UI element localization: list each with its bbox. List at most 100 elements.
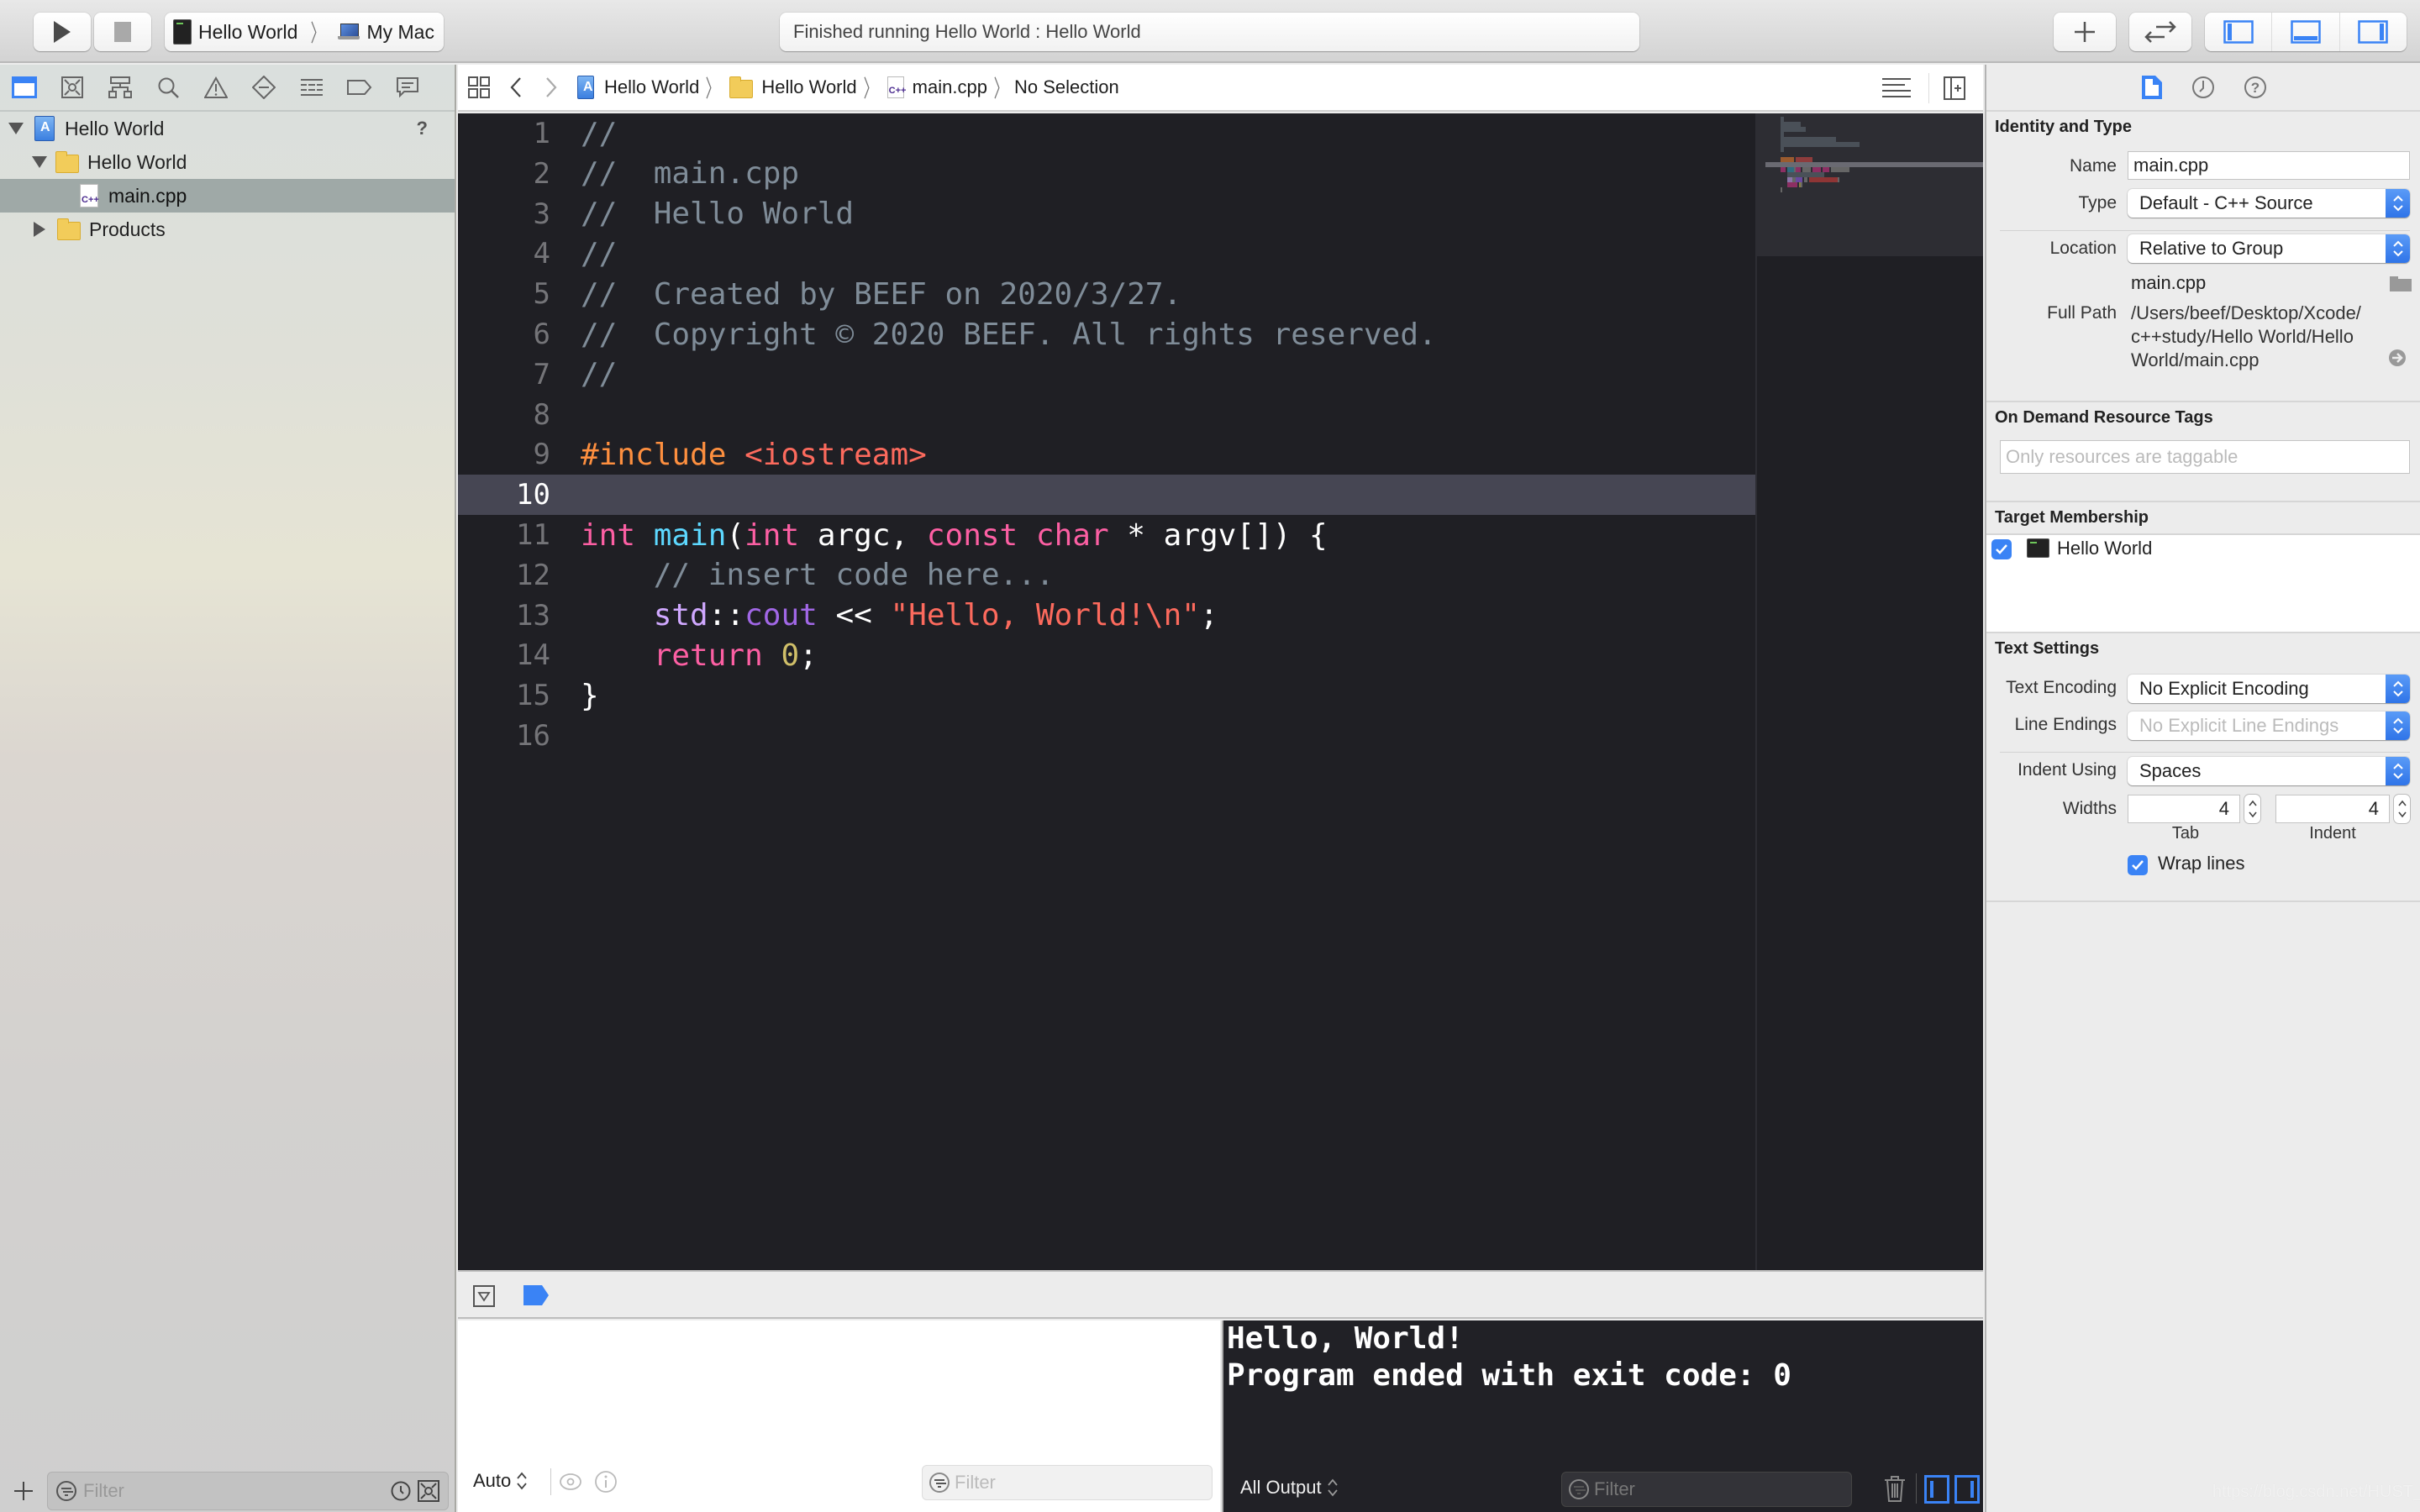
show-variables-view-icon[interactable] — [1924, 1475, 1949, 1504]
tab-issue-navigator[interactable] — [203, 75, 229, 100]
odr-tags-field[interactable]: Only resources are taggable — [2000, 440, 2410, 474]
recent-files-clock-icon[interactable] — [391, 1481, 411, 1501]
breadcrumb-file[interactable]: main.cpp — [913, 76, 987, 98]
tree-item-project[interactable]: Hello World ? — [0, 112, 455, 145]
add-file-icon[interactable] — [13, 1481, 34, 1501]
target-checkbox[interactable] — [1991, 539, 2012, 559]
tab-report-navigator[interactable] — [395, 75, 420, 100]
tab-symbol-navigator[interactable] — [108, 75, 133, 100]
code-line[interactable]: 12 // insert code here... — [458, 555, 1755, 596]
line-number[interactable]: 2 — [458, 157, 550, 191]
tab-find-navigator[interactable] — [155, 75, 181, 100]
console-view[interactable]: Hello, World! Program ended with exit co… — [1222, 1320, 1983, 1512]
tab-width-field[interactable]: 4 — [2128, 795, 2240, 823]
variables-view[interactable]: Auto Filter — [458, 1320, 1220, 1512]
line-number[interactable]: 4 — [458, 237, 550, 270]
code-review-button[interactable] — [2129, 13, 2191, 51]
tab-width-stepper[interactable] — [2244, 795, 2260, 823]
run-destination[interactable]: My Mac — [366, 21, 434, 44]
indent-width-field[interactable]: 4 — [2275, 795, 2390, 823]
type-popup[interactable]: Default - C++ Source — [2128, 189, 2410, 218]
code-line[interactable]: 9 #include <iostream> — [458, 434, 1755, 475]
tree-item-group[interactable]: Hello World — [0, 145, 455, 179]
line-number[interactable]: 14 — [458, 638, 550, 672]
source-control-filter-icon[interactable] — [418, 1480, 439, 1502]
add-editor-split-icon[interactable] — [1944, 76, 1965, 100]
breadcrumb-project[interactable]: Hello World — [604, 76, 699, 98]
related-items-grid-icon[interactable] — [468, 76, 490, 98]
choose-file-folder-icon[interactable] — [2390, 275, 2412, 291]
scheme-selector[interactable]: Hello World 〉 My Mac — [165, 13, 444, 51]
back-chevron-icon[interactable] — [510, 76, 522, 98]
line-number[interactable]: 5 — [458, 277, 550, 311]
location-popup[interactable]: Relative to Group — [2128, 234, 2410, 263]
disclosure-closed-icon[interactable] — [34, 222, 45, 237]
code-line[interactable]: 1 // — [458, 113, 1755, 154]
name-field[interactable]: main.cpp — [2128, 151, 2410, 180]
forward-chevron-icon[interactable] — [545, 76, 557, 98]
run-button[interactable] — [34, 13, 91, 51]
tab-source-control[interactable] — [60, 75, 85, 100]
code-line[interactable]: 7 // — [458, 354, 1755, 395]
tab-history-clock-icon[interactable] — [2191, 76, 2215, 99]
toggle-navigator-button[interactable] — [2205, 13, 2273, 51]
line-number[interactable]: 16 — [458, 719, 550, 753]
library-button[interactable] — [2054, 13, 2116, 51]
code-line[interactable]: 4 // — [458, 234, 1755, 274]
code-line[interactable]: 15} — [458, 675, 1755, 716]
tree-item-file[interactable]: main.cpp — [0, 179, 455, 213]
code-line[interactable]: 16 — [458, 716, 1755, 756]
line-number[interactable]: 9 — [458, 438, 550, 471]
breakpoints-toggle-icon[interactable] — [523, 1285, 549, 1305]
tab-breakpoint-navigator[interactable] — [347, 75, 372, 100]
minimap[interactable] — [1755, 113, 1983, 1270]
line-number[interactable]: 12 — [458, 559, 550, 592]
toggle-debug-area-button[interactable] — [2272, 13, 2340, 51]
tab-quick-help-icon[interactable]: ? — [2244, 76, 2267, 99]
indent-using-popup[interactable]: Spaces — [2128, 757, 2410, 785]
breadcrumb-symbol[interactable]: No Selection — [1014, 76, 1119, 98]
toggle-inspector-button[interactable] — [2340, 13, 2407, 51]
navigator-filter-field[interactable]: Filter — [47, 1472, 449, 1510]
code-line[interactable]: 14 return 0; — [458, 635, 1755, 675]
tab-debug-navigator[interactable] — [299, 75, 324, 100]
line-number[interactable]: 6 — [458, 318, 550, 351]
trash-icon[interactable] — [1884, 1475, 1906, 1502]
info-icon[interactable] — [594, 1470, 618, 1494]
code-line[interactable]: 2 // main.cpp — [458, 154, 1755, 194]
source-editor[interactable]: 1 // 2 // main.cpp 3 // Hello World 4 // 5 // Cre… — [458, 113, 1983, 1270]
code-line[interactable]: 10 — [458, 475, 1755, 516]
show-console-view-icon[interactable] — [1954, 1475, 1980, 1504]
line-endings-popup[interactable]: No Explicit Line Endings — [2128, 711, 2410, 740]
wrap-lines-checkbox[interactable] — [2128, 855, 2148, 875]
variables-scope-popup[interactable]: Auto — [473, 1470, 528, 1492]
line-number[interactable]: 11 — [458, 518, 550, 552]
tab-test-navigator[interactable] — [251, 75, 276, 100]
reveal-in-finder-arrow-icon[interactable] — [2388, 349, 2407, 367]
line-number[interactable]: 7 — [458, 358, 550, 391]
line-number[interactable]: 3 — [458, 197, 550, 231]
code-line[interactable]: 5 // Created by BEEF on 2020/3/27. — [458, 274, 1755, 314]
line-number[interactable]: 1 — [458, 117, 550, 150]
indent-width-stepper[interactable] — [2394, 795, 2410, 823]
stop-button[interactable] — [94, 13, 151, 51]
quick-look-eye-icon[interactable] — [559, 1472, 582, 1492]
code-line[interactable]: 3 // Hello World — [458, 194, 1755, 234]
disclosure-open-icon[interactable] — [8, 123, 24, 134]
line-number[interactable]: 15 — [458, 679, 550, 712]
disclosure-open-icon[interactable] — [32, 156, 47, 168]
code-line[interactable]: 6 // Copyright © 2020 BEEF. All rights re… — [458, 314, 1755, 354]
code-line[interactable]: 8 — [458, 395, 1755, 435]
variables-filter-field[interactable]: Filter — [922, 1465, 1213, 1500]
console-filter-field[interactable]: Filter — [1561, 1472, 1852, 1507]
console-scope-popup[interactable]: All Output — [1240, 1477, 1339, 1499]
text-encoding-popup[interactable]: No Explicit Encoding — [2128, 675, 2410, 703]
tab-file-inspector-icon[interactable] — [2141, 75, 2163, 100]
editor-options-lines-icon[interactable] — [1881, 77, 1912, 99]
line-number[interactable]: 8 — [458, 398, 550, 432]
code-line[interactable]: 13 std::cout << "Hello, World!\n"; — [458, 596, 1755, 636]
line-number[interactable]: 13 — [458, 599, 550, 633]
code-line[interactable]: 11 int main(int argc, const char * argv[]… — [458, 515, 1755, 555]
tab-project-navigator[interactable] — [12, 75, 37, 100]
tree-item-group[interactable]: Products — [0, 213, 455, 246]
